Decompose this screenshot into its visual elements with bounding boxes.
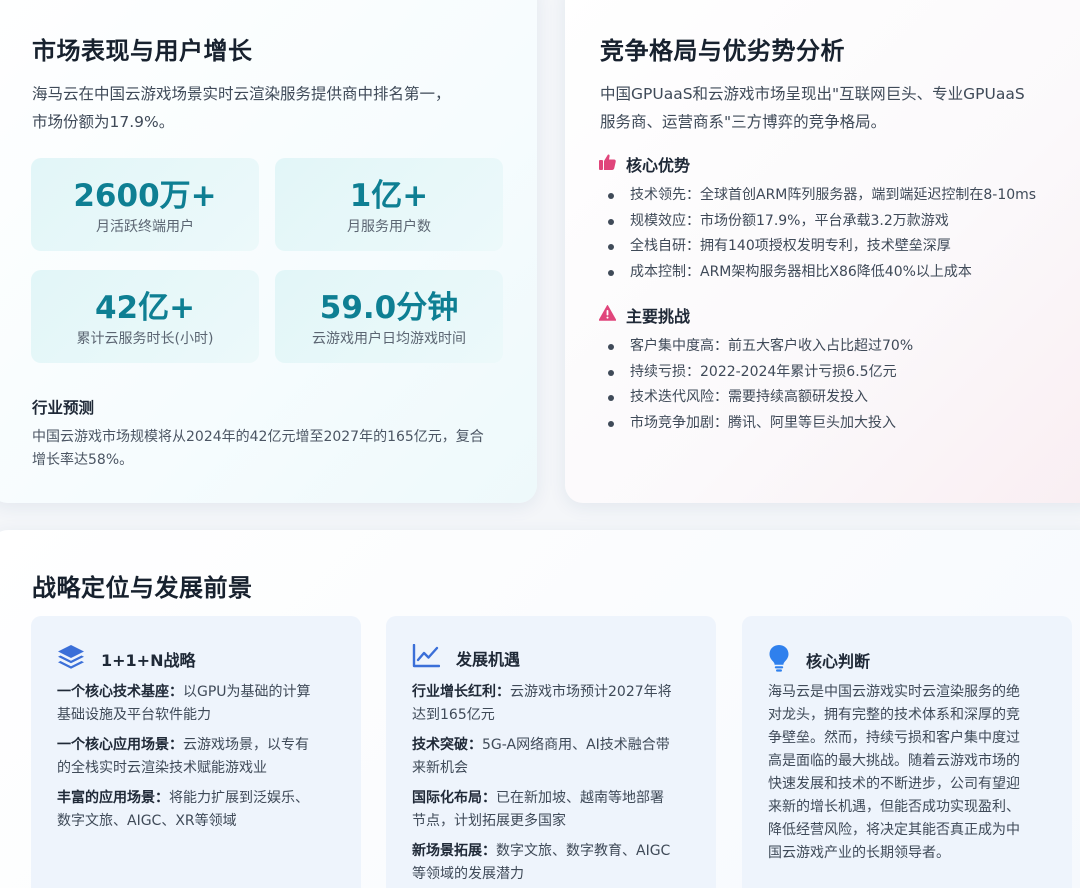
stat-card-mau: 2600万+ 月活跃终端用户: [31, 158, 259, 251]
stat-card-daily-playtime: 59.0分钟 云游戏用户日均游戏时间: [275, 270, 503, 363]
strengths-list: 技术领先：全球首创ARM阵列服务器，端到端延迟控制在8-10ms 规模效应：市场…: [600, 183, 1036, 285]
list-item: 丰富的应用场景：将能力扩展到泛娱乐、 数字文旅、AIGC、XR等领域: [57, 790, 309, 829]
stat-label: 月服务用户数: [347, 219, 431, 235]
competition-title: 竞争格局与优劣势分析: [600, 37, 845, 65]
strategy-panel-opportunities: 发展机遇 行业增长红利：云游戏市场预计2027年将 达到165亿元 技术突破：5…: [386, 616, 716, 888]
stat-value: 59.0分钟: [319, 290, 459, 326]
stat-label: 月活跃终端用户: [96, 219, 194, 235]
list-item: 一个核心技术基座：以GPU为基础的计算 基础设施及平台软件能力: [57, 684, 311, 723]
forecast-text: 中国云游戏市场规模将从2024年的42亿元增至2027年的165亿元，复合 增长…: [32, 429, 484, 468]
thumbs-up-icon: [599, 154, 616, 174]
list-item: 技术领先：全球首创ARM阵列服务器，端到端延迟控制在8-10ms: [600, 183, 1036, 209]
list-item: 新场景拓展：数字文旅、数字教育、AIGC 等领域的发展潜力: [412, 843, 671, 882]
panel-heading: 核心判断: [768, 644, 870, 676]
list-item: 行业增长红利：云游戏市场预计2027年将 达到165亿元: [412, 684, 672, 723]
forecast-title: 行业预测: [32, 399, 95, 417]
challenges-heading: 主要挑战: [598, 303, 690, 327]
list-item: 成本控制：ARM架构服务器相比X86降低40%以上成本: [600, 260, 1036, 286]
market-intro: 海马云在中国云游戏场景实时云渲染服务提供商中排名第一， 市场份额为17.9%。: [32, 85, 451, 131]
strategy-panel-judgement: 核心判断 海马云是中国云游戏实时云渲染服务的绝 对龙头，拥有完整的技术体系和深厚…: [742, 616, 1072, 888]
panel-body: 一个核心技术基座：以GPU为基础的计算 基础设施及平台软件能力 一个核心应用场景…: [57, 681, 337, 840]
list-item: 全栈自研：拥有140项授权发明专利，技术壁垒深厚: [600, 234, 1036, 260]
judgement-text: 海马云是中国云游戏实时云渲染服务的绝 对龙头，拥有完整的技术体系和深厚的竞 争壁…: [768, 684, 1020, 861]
list-item: 持续亏损：2022-2024年累计亏损6.5亿元: [600, 360, 913, 386]
challenges-list: 客户集中度高：前五大客户收入占比超过70% 持续亏损：2022-2024年累计亏…: [600, 334, 913, 436]
competition-intro: 中国GPUaaS和云游戏市场呈现出"互联网巨头、专业GPUaaS 服务商、运营商…: [600, 85, 1025, 131]
lightbulb-icon: [768, 644, 790, 676]
strategy-panel-1n: 1+1+N战略 一个核心技术基座：以GPU为基础的计算 基础设施及平台软件能力 …: [31, 616, 361, 888]
list-item: 技术迭代风险：需要持续高额研发投入: [600, 385, 913, 411]
stat-label: 累计云服务时长(小时): [76, 331, 214, 347]
list-item: 国际化布局：已在新加坡、越南等地部署 节点，计划拓展更多国家: [412, 790, 664, 829]
list-item: 技术突破：5G-A网络商用、AI技术融合带 来新机会: [412, 737, 670, 776]
strengths-heading: 核心优势: [599, 152, 690, 176]
stat-card-service-hours: 42亿+ 累计云服务时长(小时): [31, 270, 259, 363]
stat-label: 云游戏用户日均游戏时间: [312, 331, 466, 347]
panel-heading: 发展机遇: [412, 643, 520, 672]
stat-value: 2600万+: [73, 178, 217, 214]
panel-heading: 1+1+N战略: [57, 644, 195, 674]
warning-icon: [598, 305, 617, 325]
layers-icon: [57, 644, 85, 674]
list-item: 一个核心应用场景：云游戏场景，以专有 的全栈实时云渲染技术赋能游戏业: [57, 737, 309, 776]
chart-line-icon: [412, 643, 441, 672]
market-title: 市场表现与用户增长: [32, 37, 253, 65]
list-item: 规模效应：市场份额17.9%，平台承载3.2万款游戏: [600, 209, 1036, 235]
stat-value: 1亿+: [349, 178, 429, 214]
list-item: 客户集中度高：前五大客户收入占比超过70%: [600, 334, 913, 360]
panel-body: 行业增长红利：云游戏市场预计2027年将 达到165亿元 技术突破：5G-A网络…: [412, 681, 692, 888]
panel-body: 海马云是中国云游戏实时云渲染服务的绝 对龙头，拥有完整的技术体系和深厚的竞 争壁…: [768, 681, 1048, 865]
strategy-title: 战略定位与发展前景: [32, 574, 253, 602]
stat-value: 42亿+: [94, 290, 196, 326]
list-item: 市场竞争加剧：腾讯、阿里等巨头加大投入: [600, 411, 913, 437]
stat-card-monthly-users: 1亿+ 月服务用户数: [275, 158, 503, 251]
